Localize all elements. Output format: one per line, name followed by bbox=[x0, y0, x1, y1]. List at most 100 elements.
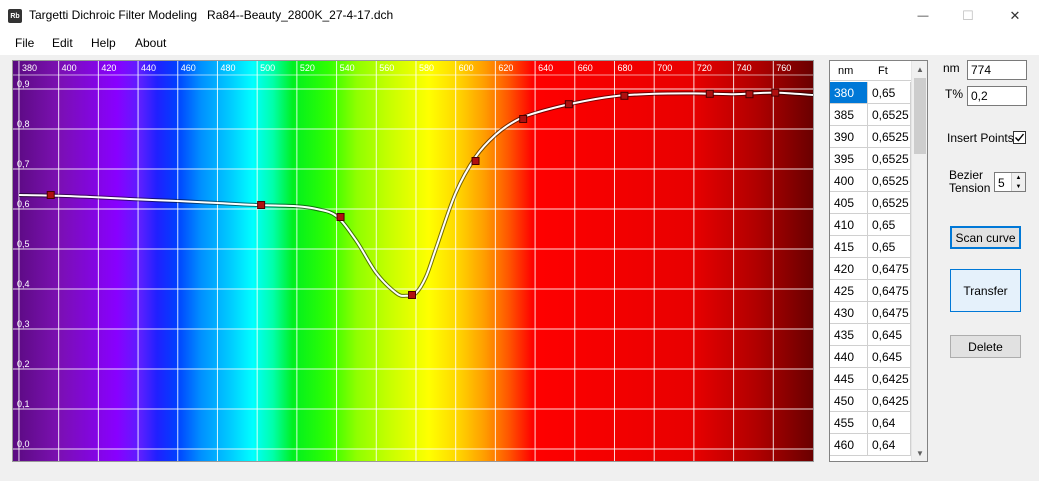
table-scrollbar[interactable]: ▲ ▼ bbox=[911, 61, 927, 461]
spin-down-arrow-icon[interactable]: ▼ bbox=[1012, 182, 1025, 191]
cell-nm[interactable]: 400 bbox=[830, 170, 868, 191]
data-table[interactable]: nm Ft 380 0,65 385 0,6525 390 0,6525 395 0,6525… bbox=[829, 60, 928, 462]
spectrum-chart[interactable]: 380 400 420 440 460 480 500 520 540 560 580 600 620 6… bbox=[13, 61, 814, 461]
cell-nm[interactable]: 410 bbox=[830, 214, 868, 235]
scroll-thumb[interactable] bbox=[914, 78, 926, 154]
table-row[interactable]: 450 0,6425 bbox=[830, 390, 911, 412]
table-row[interactable]: 420 0,6475 bbox=[830, 258, 911, 280]
table-row[interactable]: 440 0,645 bbox=[830, 346, 911, 368]
cell-ft[interactable]: 0,6525 bbox=[869, 148, 911, 169]
cell-nm[interactable]: 405 bbox=[830, 192, 868, 213]
table-row[interactable]: 455 0,64 bbox=[830, 412, 911, 434]
cell-nm[interactable]: 430 bbox=[830, 302, 868, 323]
control-point[interactable] bbox=[705, 89, 714, 98]
table-row[interactable]: 390 0,6525 bbox=[830, 126, 911, 148]
cell-ft[interactable]: 0,6525 bbox=[869, 192, 911, 213]
control-point[interactable] bbox=[46, 191, 55, 199]
cell-nm[interactable]: 440 bbox=[830, 346, 868, 367]
close-icon: ✕ bbox=[1009, 7, 1021, 23]
cell-nm[interactable]: 445 bbox=[830, 368, 868, 389]
control-point[interactable] bbox=[408, 291, 417, 299]
control-point[interactable] bbox=[471, 157, 480, 165]
cell-ft[interactable]: 0,6475 bbox=[869, 258, 911, 279]
table-row[interactable]: 435 0,645 bbox=[830, 324, 911, 346]
table-row[interactable]: 430 0,6475 bbox=[830, 302, 911, 324]
insert-points-checkbox[interactable] bbox=[1013, 131, 1026, 144]
cell-ft[interactable]: 0,65 bbox=[869, 236, 911, 257]
table-row[interactable]: 460 0,64 bbox=[830, 434, 911, 456]
control-point[interactable] bbox=[257, 201, 266, 209]
table-row[interactable]: 410 0,65 bbox=[830, 214, 911, 236]
spectrum-plot[interactable]: 380 400 420 440 460 480 500 520 540 560 580 600 620 6… bbox=[12, 60, 814, 462]
table-row[interactable]: 400 0,6525 bbox=[830, 170, 911, 192]
table-row[interactable]: 385 0,6525 bbox=[830, 104, 911, 126]
control-point[interactable] bbox=[336, 213, 345, 221]
control-point[interactable] bbox=[519, 115, 528, 123]
cell-nm[interactable]: 390 bbox=[830, 126, 868, 147]
cell-nm[interactable]: 380 bbox=[830, 82, 868, 103]
cell-ft[interactable]: 0,6425 bbox=[869, 390, 911, 411]
maximize-button[interactable]: ☐ bbox=[945, 0, 991, 31]
table-row[interactable]: 425 0,6475 bbox=[830, 280, 911, 302]
scan-curve-button[interactable]: Scan curve bbox=[950, 226, 1021, 249]
transfer-button[interactable]: Transfer bbox=[950, 269, 1021, 312]
spectrum-background bbox=[13, 61, 813, 461]
cell-ft[interactable]: 0,6425 bbox=[869, 368, 911, 389]
control-point[interactable] bbox=[564, 100, 573, 109]
table-row[interactable]: 415 0,65 bbox=[830, 236, 911, 258]
cell-ft[interactable]: 0,65 bbox=[869, 82, 911, 103]
tension-label: Tension bbox=[949, 181, 991, 195]
cell-ft[interactable]: 0,645 bbox=[869, 346, 911, 367]
cell-ft[interactable]: 0,6475 bbox=[869, 280, 911, 301]
x-tick-label: 620 bbox=[498, 63, 513, 73]
app-icon: Rb bbox=[8, 9, 22, 23]
title-bar: Rb Targetti Dichroic Filter Modeling Ra8… bbox=[0, 0, 1039, 31]
cell-ft[interactable]: 0,6475 bbox=[869, 302, 911, 323]
close-button[interactable]: ✕ bbox=[992, 0, 1038, 31]
table-row[interactable]: 395 0,6525 bbox=[830, 148, 911, 170]
cell-nm[interactable]: 385 bbox=[830, 104, 868, 125]
minimize-button[interactable]: — bbox=[900, 0, 946, 31]
cell-nm[interactable]: 450 bbox=[830, 390, 868, 411]
menu-about[interactable]: About bbox=[135, 36, 166, 50]
scroll-up-arrow[interactable]: ▲ bbox=[912, 61, 927, 77]
cell-ft[interactable]: 0,645 bbox=[869, 324, 911, 345]
cell-ft[interactable]: 0,65 bbox=[869, 214, 911, 235]
cell-ft[interactable]: 0,64 bbox=[869, 412, 911, 433]
table-row[interactable]: 380 0,65 bbox=[830, 82, 911, 104]
cell-ft[interactable]: 0,6525 bbox=[869, 104, 911, 125]
cell-nm[interactable]: 455 bbox=[830, 412, 868, 433]
menu-bar: File Edit Help About bbox=[0, 31, 1039, 55]
cell-ft[interactable]: 0,6525 bbox=[869, 170, 911, 191]
bezier-tension-spinner[interactable]: 5 ▲ ▼ bbox=[994, 172, 1026, 192]
table-row[interactable]: 445 0,6425 bbox=[830, 368, 911, 390]
menu-file[interactable]: File bbox=[15, 36, 34, 50]
control-point[interactable] bbox=[771, 88, 780, 97]
table-row[interactable]: 405 0,6525 bbox=[830, 192, 911, 214]
control-point[interactable] bbox=[745, 90, 754, 99]
cell-nm[interactable]: 395 bbox=[830, 148, 868, 169]
menu-edit[interactable]: Edit bbox=[52, 36, 73, 50]
nm-input[interactable]: 774 bbox=[967, 60, 1027, 80]
cell-ft[interactable]: 0,6525 bbox=[869, 126, 911, 147]
cell-nm[interactable]: 420 bbox=[830, 258, 868, 279]
column-header-ft[interactable]: Ft bbox=[878, 65, 888, 77]
checkmark-icon bbox=[1014, 133, 1025, 142]
x-tick-label: 540 bbox=[340, 63, 355, 73]
cell-ft[interactable]: 0,64 bbox=[869, 434, 911, 455]
cell-nm[interactable]: 460 bbox=[830, 434, 868, 455]
delete-button[interactable]: Delete bbox=[950, 335, 1021, 358]
x-tick-label: 580 bbox=[419, 63, 434, 73]
menu-help[interactable]: Help bbox=[91, 36, 116, 50]
scroll-down-arrow[interactable]: ▼ bbox=[912, 445, 927, 461]
cell-nm[interactable]: 435 bbox=[830, 324, 868, 345]
nm-label: nm bbox=[943, 61, 960, 75]
transmittance-input[interactable]: 0,2 bbox=[967, 86, 1027, 106]
spin-up-arrow-icon[interactable]: ▲ bbox=[1012, 173, 1025, 182]
x-tick-label: 740 bbox=[737, 63, 752, 73]
cell-nm[interactable]: 425 bbox=[830, 280, 868, 301]
column-header-nm[interactable]: nm bbox=[838, 65, 853, 77]
cell-nm[interactable]: 415 bbox=[830, 236, 868, 257]
control-point[interactable] bbox=[620, 91, 629, 100]
y-tick-label: 0,2 bbox=[17, 359, 30, 369]
